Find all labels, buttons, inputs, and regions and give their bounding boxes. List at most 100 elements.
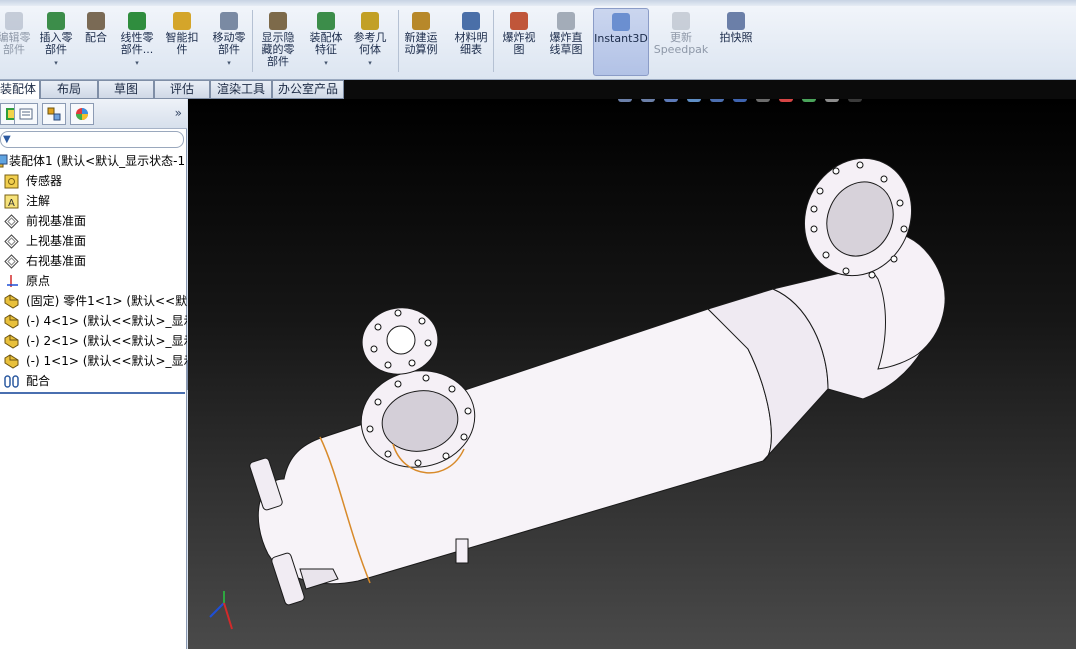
mate-button[interactable]: 配合 <box>80 8 112 76</box>
update-speedpak-icon <box>672 12 690 30</box>
new-motion-study-icon <box>412 12 430 30</box>
show-hidden-icon <box>269 12 287 30</box>
dropdown-arrow-icon[interactable]: ▾ <box>368 57 372 69</box>
dropdown-arrow-icon[interactable]: ▾ <box>324 57 328 69</box>
tree-item[interactable]: (固定) 零件1<1> (默认<<默认 <box>0 291 187 311</box>
bill-of-materials-label: 材料明 细表 <box>454 31 488 56</box>
tree-item[interactable]: 装配体1 (默认<默认_显示状态-1 <box>0 151 187 171</box>
mates-icon <box>4 374 19 389</box>
exploded-view-button[interactable]: 爆炸视 图 <box>498 8 540 76</box>
edit-appearance-icon[interactable] <box>779 99 793 102</box>
edit-component-button[interactable]: 编辑零 部件 <box>0 8 34 76</box>
part-icon <box>4 314 19 329</box>
edit-component-label: 编辑零 部件 <box>0 31 31 56</box>
assembly-features-button[interactable]: 装配体 特征 ▾ <box>306 8 346 76</box>
show-hidden-button[interactable]: 显示隐 藏的零 部件 <box>256 8 300 76</box>
graphics-area[interactable] <box>188 99 1076 649</box>
dropdown-arrow-icon[interactable]: ▾ <box>54 57 58 69</box>
dropdown-arrow-icon[interactable]: ▾ <box>227 57 231 69</box>
previous-view-icon[interactable] <box>664 99 678 102</box>
sensor-icon <box>4 174 19 189</box>
tree-item[interactable]: 右视基准面 <box>0 251 187 271</box>
configuration-manager-tab[interactable] <box>42 103 66 125</box>
ribbon-separator <box>398 10 399 72</box>
dropdown-arrow-icon[interactable]: ▾ <box>135 57 139 69</box>
smart-fasteners-icon <box>173 12 191 30</box>
hide-show-items-icon[interactable] <box>756 99 770 102</box>
linear-pattern-button[interactable]: 线性零 部件... ▾ <box>116 8 158 76</box>
tree-item[interactable]: A 注解 <box>0 191 187 211</box>
explode-line-sketch-button[interactable]: 爆炸直 线草图 <box>544 8 588 76</box>
tree-item[interactable]: 原点 <box>0 271 187 291</box>
reference-geometry-button[interactable]: 参考几 何体 ▾ <box>350 8 390 76</box>
tree-item[interactable]: 传感器 <box>0 171 187 191</box>
part-icon <box>4 354 19 369</box>
feature-tree-filter[interactable]: ▼ <box>0 131 184 148</box>
plane-icon <box>4 254 19 269</box>
tree-item[interactable]: (-) 4<1> (默认<<默认>_显示 <box>0 311 187 331</box>
zoom-to-area-icon[interactable] <box>641 99 655 102</box>
tree-item-label: 注解 <box>26 194 51 208</box>
apply-scene-icon[interactable] <box>802 99 816 102</box>
tab-3[interactable]: 评估 <box>154 80 210 99</box>
property-manager-tab[interactable] <box>14 103 38 125</box>
take-snapshot-button[interactable]: 拍快照 <box>714 8 758 76</box>
reference-geometry-icon <box>361 12 379 30</box>
explode-line-sketch-label: 爆炸直 线草图 <box>549 31 583 56</box>
bill-of-materials-icon <box>462 12 480 30</box>
annotation-icon: A <box>4 194 19 209</box>
tree-item[interactable]: (-) 1<1> (默认<<默认>_显示 <box>0 351 187 371</box>
ribbon-top-strip <box>0 0 1076 6</box>
explode-line-sketch-icon <box>557 12 575 30</box>
tree-item[interactable]: 前视基准面 <box>0 211 187 231</box>
exploded-view-icon <box>510 12 528 30</box>
display-manager-tab[interactable] <box>70 103 94 125</box>
new-motion-study-button[interactable]: 新建运 动算例 <box>400 8 442 76</box>
assembly-model <box>209 157 946 630</box>
smart-fasteners-button[interactable]: 智能扣 件 <box>162 8 202 76</box>
feature-tree: 装配体1 (默认<默认_显示状态-1 传感器 A 注解前视基准面上视基准面右视基准面原… <box>0 151 187 391</box>
update-speedpak-button[interactable]: 更新 Speedpak <box>654 8 708 76</box>
more-tabs-chevron-icon[interactable]: » <box>175 106 182 120</box>
tab-2[interactable]: 草图 <box>98 80 154 99</box>
tab-5[interactable]: 办公室产品 <box>272 80 344 99</box>
linear-pattern-icon <box>128 12 146 30</box>
feature-manager-tabs: » <box>0 99 187 129</box>
tab-4[interactable]: 渲染工具 <box>210 80 272 99</box>
configuration-icon <box>47 107 61 121</box>
realview-icon[interactable] <box>848 99 862 102</box>
tree-item-label: (-) 1<1> (默认<<默认>_显示 <box>26 354 187 368</box>
tree-item-label: (-) 2<1> (默认<<默认>_显示 <box>26 334 187 348</box>
display-manager-icon <box>76 108 88 120</box>
tab-0[interactable]: 装配体 <box>0 80 40 99</box>
plane-icon <box>4 234 19 249</box>
move-component-label: 移动零 部件 <box>212 31 246 56</box>
reference-geometry-label: 参考几 何体 <box>353 31 387 56</box>
insert-component-button[interactable]: 插入零 部件 ▾ <box>36 8 76 76</box>
view-orientation-icon[interactable] <box>710 99 724 102</box>
zoom-to-fit-icon[interactable] <box>618 99 632 102</box>
edit-component-icon <box>5 12 23 30</box>
take-snapshot-icon <box>727 12 745 30</box>
display-style-icon[interactable] <box>733 99 747 102</box>
feature-manager-panel: » ▼ 装配体1 (默认<默认_显示状态-1 传感器 A 注解前视基准面上视基准面右视… <box>0 99 187 649</box>
tree-item[interactable]: (-) 2<1> (默认<<默认>_显示 <box>0 331 187 351</box>
move-component-button[interactable]: 移动零 部件 ▾ <box>208 8 250 76</box>
instant3d-button[interactable]: Instant3D <box>593 8 649 76</box>
new-motion-study-label: 新建运 动算例 <box>404 31 438 56</box>
origin-icon <box>4 274 19 289</box>
tree-item-label: 上视基准面 <box>26 234 87 248</box>
show-hidden-label: 显示隐 藏的零 部件 <box>261 31 295 68</box>
bill-of-materials-button[interactable]: 材料明 细表 <box>450 8 492 76</box>
orientation-triad <box>209 591 233 630</box>
section-view-icon[interactable] <box>687 99 701 102</box>
instant3d-label: Instant3D <box>594 32 648 45</box>
view-settings-icon[interactable] <box>825 99 839 102</box>
heads-up-view-toolbar <box>618 99 871 105</box>
tree-item[interactable]: 上视基准面 <box>0 231 187 251</box>
tree-item[interactable]: 配合 <box>0 371 187 391</box>
assembly-features-label: 装配体 特征 <box>309 31 343 56</box>
tab-1[interactable]: 布局 <box>40 80 98 99</box>
instant3d-icon <box>612 13 630 31</box>
update-speedpak-label: 更新 Speedpak <box>653 31 709 56</box>
